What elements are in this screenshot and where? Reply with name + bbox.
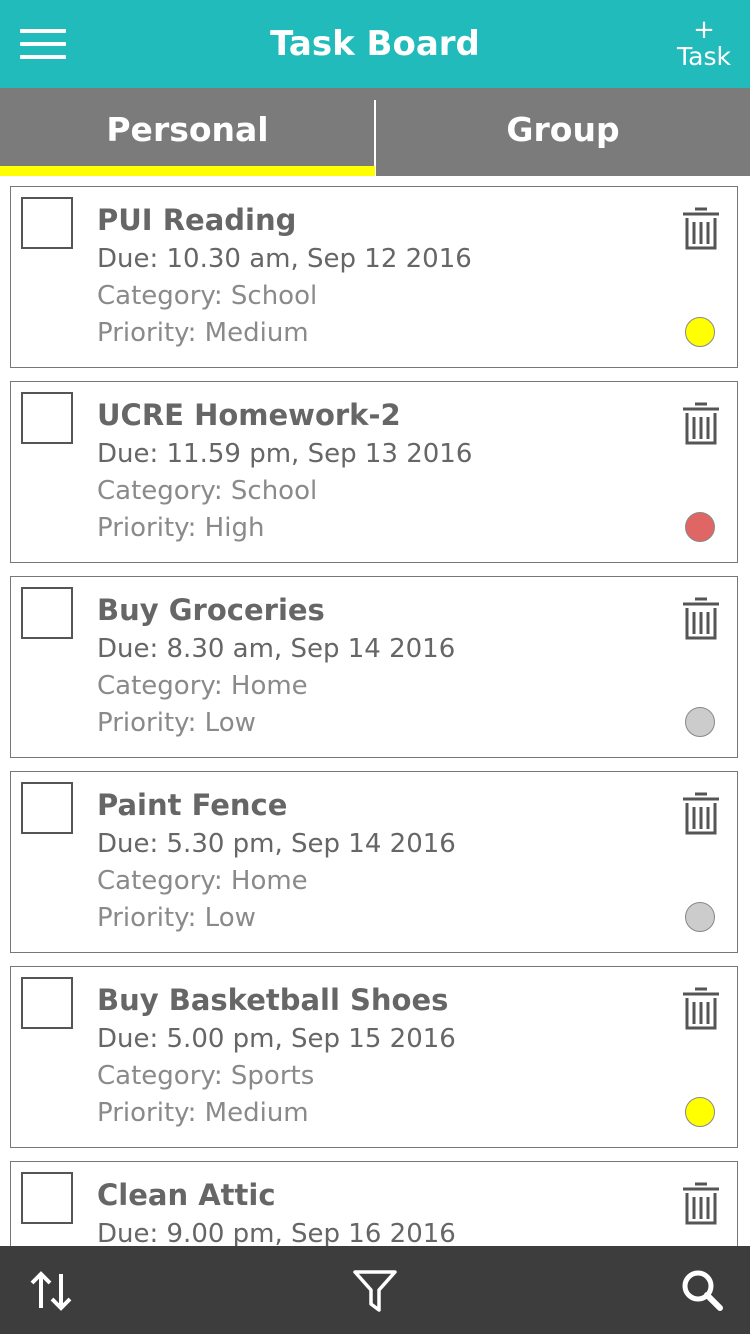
page-title: Task Board — [270, 24, 480, 64]
task-card[interactable]: UCRE Homework-2 Due: 11.59 pm, Sep 13 20… — [10, 381, 738, 563]
task-checkbox[interactable] — [21, 587, 73, 639]
task-due: Due: 5.30 pm, Sep 14 2016 — [97, 829, 456, 859]
task-card[interactable]: Buy Groceries Due: 8.30 am, Sep 14 2016 … — [10, 576, 738, 758]
task-title: PUI Reading — [97, 203, 297, 237]
active-tab-indicator — [0, 166, 375, 176]
task-title: Paint Fence — [97, 788, 288, 822]
add-task-button[interactable]: + Task — [674, 15, 734, 72]
filter-icon[interactable] — [352, 1268, 398, 1314]
hamburger-menu-icon[interactable] — [20, 26, 66, 62]
task-checkbox[interactable] — [21, 1172, 73, 1224]
task-card[interactable]: Clean Attic Due: 9.00 pm, Sep 16 2016 — [10, 1161, 738, 1246]
task-priority: Priority: Medium — [97, 1098, 309, 1128]
task-due: Due: 5.00 pm, Sep 15 2016 — [97, 1024, 456, 1054]
trash-icon[interactable] — [681, 595, 721, 643]
priority-indicator — [685, 512, 715, 542]
task-due: Due: 11.59 pm, Sep 13 2016 — [97, 439, 473, 469]
task-checkbox[interactable] — [21, 197, 73, 249]
trash-icon[interactable] — [681, 400, 721, 448]
task-category: Category: Sports — [97, 1061, 315, 1091]
app-header: Task Board + Task — [0, 0, 750, 88]
trash-icon[interactable] — [681, 205, 721, 253]
task-checkbox[interactable] — [21, 977, 73, 1029]
task-title: Clean Attic — [97, 1178, 276, 1212]
task-priority: Priority: Medium — [97, 318, 309, 348]
priority-indicator — [685, 1097, 715, 1127]
task-checkbox[interactable] — [21, 782, 73, 834]
task-title: UCRE Homework-2 — [97, 398, 401, 432]
tab-bar: Personal Group — [0, 88, 750, 176]
sort-icon[interactable] — [28, 1268, 74, 1314]
task-card[interactable]: Buy Basketball Shoes Due: 5.00 pm, Sep 1… — [10, 966, 738, 1148]
task-category: Category: School — [97, 281, 318, 311]
task-list[interactable]: PUI Reading Due: 10.30 am, Sep 12 2016 C… — [0, 176, 750, 1246]
priority-indicator — [685, 707, 715, 737]
add-task-label: Task — [677, 42, 731, 71]
bottom-toolbar — [0, 1246, 750, 1334]
plus-icon: + — [693, 15, 715, 45]
task-category: Category: Home — [97, 671, 308, 701]
task-due: Due: 10.30 am, Sep 12 2016 — [97, 244, 472, 274]
tab-personal[interactable]: Personal — [0, 88, 375, 176]
task-priority: Priority: High — [97, 513, 265, 543]
task-due: Due: 9.00 pm, Sep 16 2016 — [97, 1219, 456, 1246]
trash-icon[interactable] — [681, 1180, 721, 1228]
task-checkbox[interactable] — [21, 392, 73, 444]
task-card[interactable]: PUI Reading Due: 10.30 am, Sep 12 2016 C… — [10, 186, 738, 368]
task-priority: Priority: Low — [97, 708, 256, 738]
priority-indicator — [685, 317, 715, 347]
tab-group[interactable]: Group — [376, 88, 750, 176]
task-category: Category: School — [97, 476, 318, 506]
task-priority: Priority: Low — [97, 903, 256, 933]
priority-indicator — [685, 902, 715, 932]
task-card[interactable]: Paint Fence Due: 5.30 pm, Sep 14 2016 Ca… — [10, 771, 738, 953]
task-due: Due: 8.30 am, Sep 14 2016 — [97, 634, 456, 664]
trash-icon[interactable] — [681, 985, 721, 1033]
task-title: Buy Groceries — [97, 593, 325, 627]
task-category: Category: Home — [97, 866, 308, 896]
task-title: Buy Basketball Shoes — [97, 983, 449, 1017]
trash-icon[interactable] — [681, 790, 721, 838]
search-icon[interactable] — [680, 1268, 726, 1314]
